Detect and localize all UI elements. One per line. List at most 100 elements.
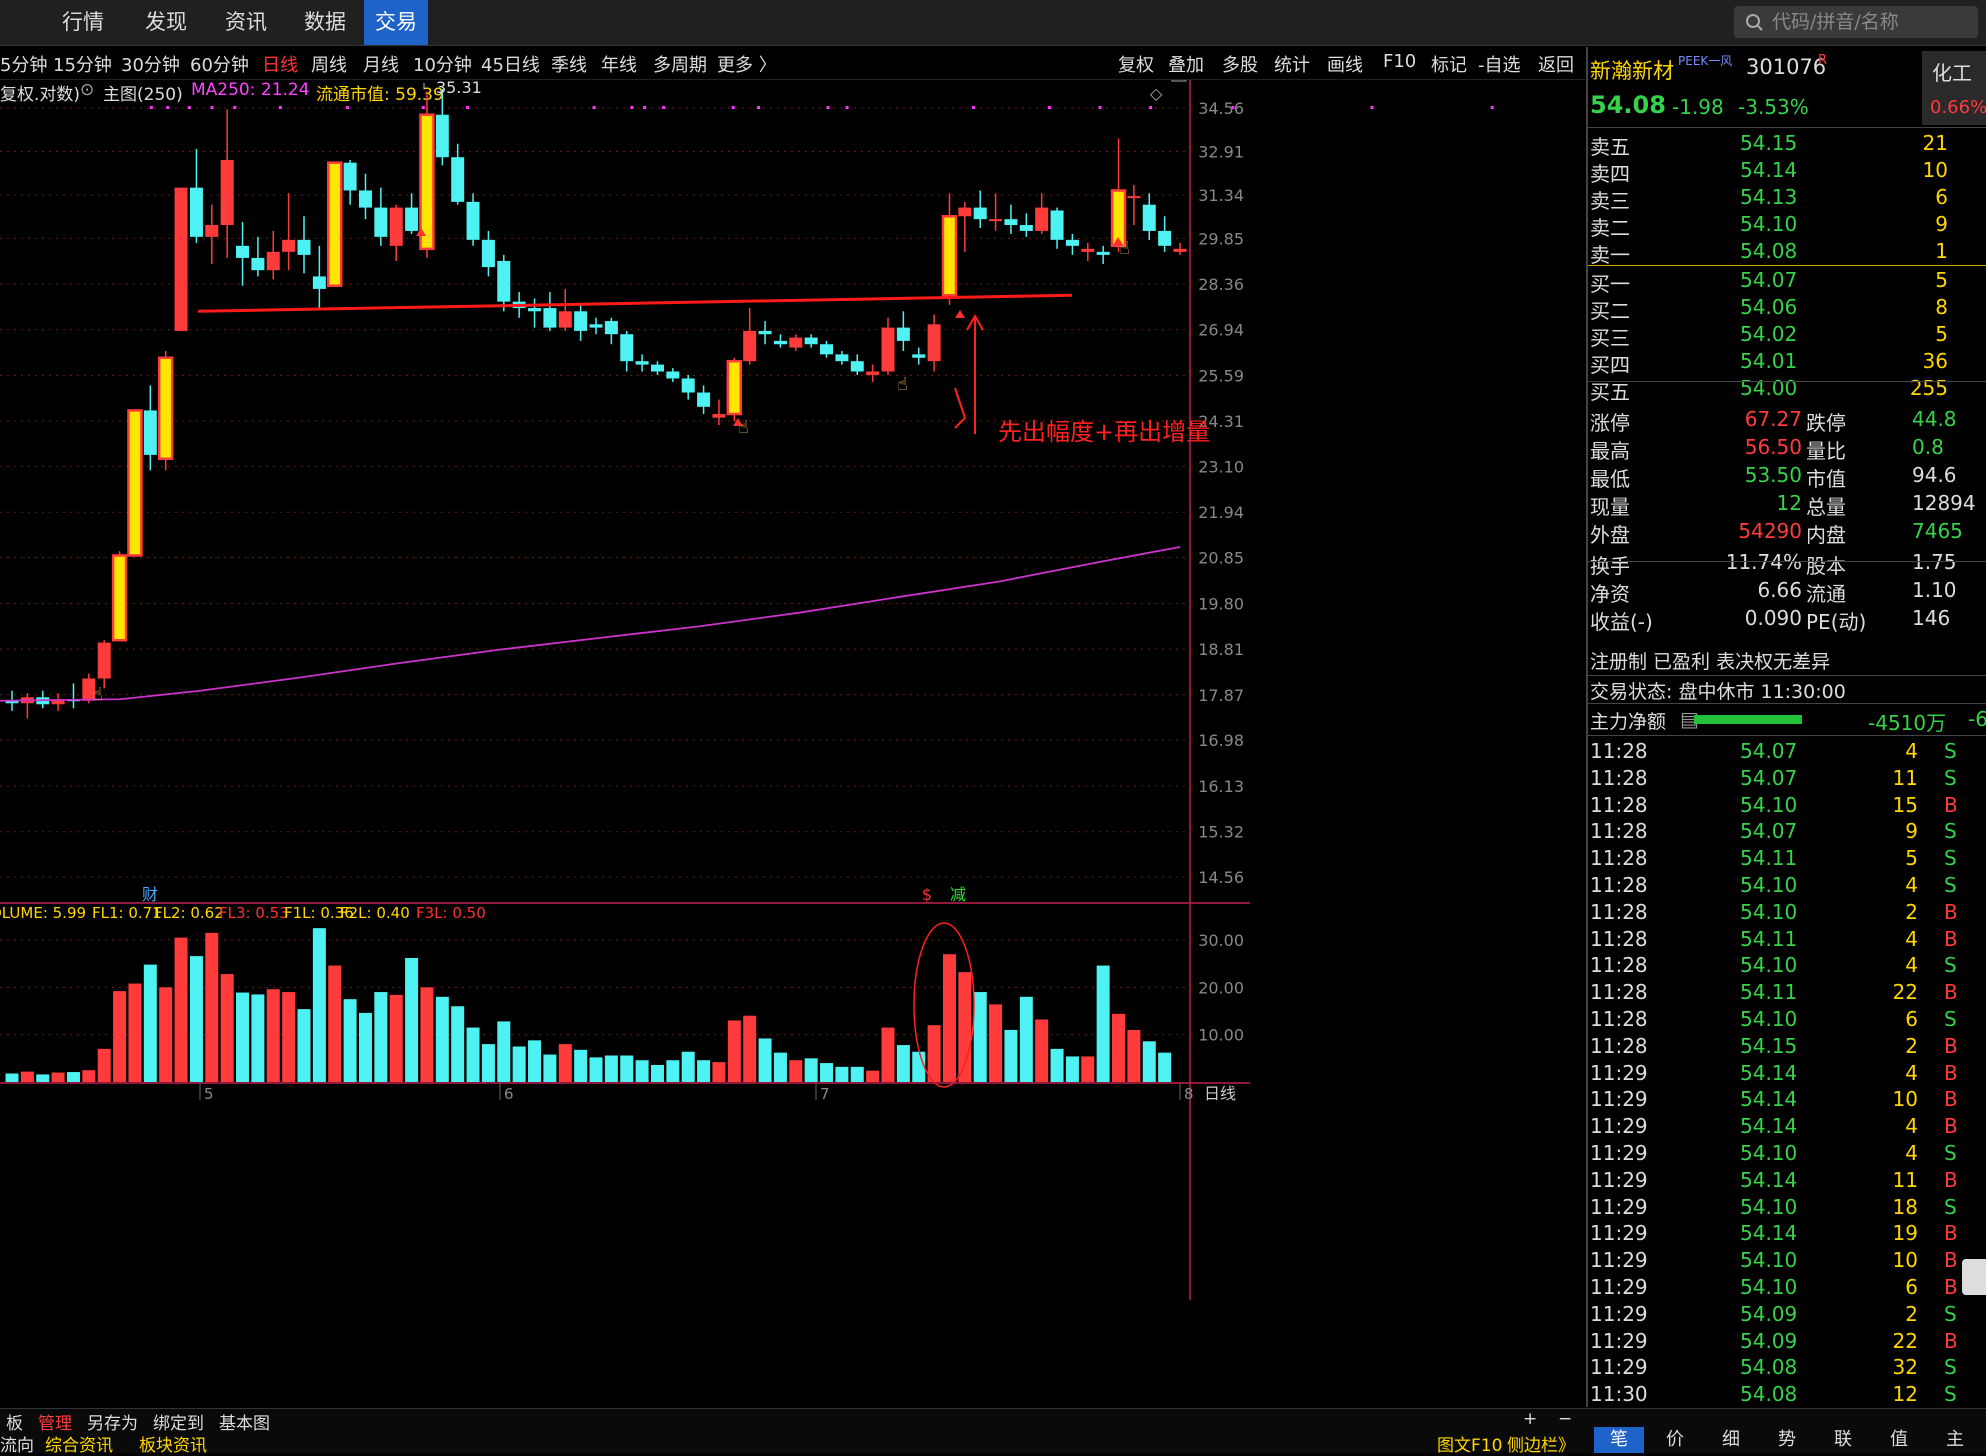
- candle[interactable]: [896, 311, 910, 351]
- volume-bar[interactable]: [589, 1057, 603, 1082]
- order-price[interactable]: 54.06: [1740, 295, 1797, 319]
- nav-tab-news[interactable]: 资讯: [206, 0, 286, 45]
- volume-bar[interactable]: [251, 994, 265, 1082]
- tab-sector-news[interactable]: 板块资讯: [139, 1431, 207, 1456]
- candle[interactable]: [451, 143, 465, 205]
- event-marker[interactable]: $: [922, 885, 932, 904]
- volume-bar[interactable]: [635, 1060, 649, 1082]
- tool-adjust[interactable]: 复权: [1118, 51, 1154, 77]
- volume-bar[interactable]: [343, 999, 357, 1082]
- candle[interactable]: [205, 204, 219, 265]
- candle[interactable]: [111, 551, 128, 642]
- candle[interactable]: [1019, 213, 1033, 237]
- volume-bar[interactable]: [497, 1021, 511, 1082]
- volume-bar[interactable]: [835, 1066, 849, 1082]
- tool-multi-stock[interactable]: 多股: [1222, 51, 1258, 77]
- candle[interactable]: [497, 254, 511, 312]
- volume-bar[interactable]: [743, 1015, 757, 1082]
- volume-bar[interactable]: [236, 992, 250, 1082]
- industry-box[interactable]: 化工 0.66%: [1922, 51, 1986, 125]
- volume-bar[interactable]: [97, 1048, 111, 1082]
- candle[interactable]: [666, 368, 680, 382]
- right-tab[interactable]: 值: [1874, 1427, 1924, 1453]
- candle[interactable]: [973, 190, 987, 228]
- candle[interactable]: [850, 354, 864, 375]
- candle[interactable]: [927, 314, 941, 372]
- volume-bar[interactable]: [266, 989, 280, 1082]
- volume-bar[interactable]: [82, 1070, 96, 1082]
- kline-chart[interactable]: 34.5632.9131.3429.8528.3626.9425.5924.31…: [0, 80, 1585, 1406]
- candle[interactable]: [528, 298, 542, 328]
- candle[interactable]: [236, 222, 250, 286]
- right-tab[interactable]: 细: [1706, 1427, 1756, 1453]
- candle[interactable]: [1173, 242, 1187, 255]
- event-marker[interactable]: 减: [950, 885, 966, 904]
- candle[interactable]: [481, 230, 495, 277]
- candle[interactable]: [789, 334, 803, 351]
- volume-bar[interactable]: [358, 1012, 372, 1082]
- period-more[interactable]: 更多 〉: [717, 51, 777, 77]
- period-monthly[interactable]: 月线: [363, 51, 399, 77]
- panel-toggle-icon[interactable]: [1171, 80, 1187, 82]
- period-multi[interactable]: 多周期: [653, 51, 707, 77]
- volume-bar[interactable]: [850, 1066, 864, 1082]
- candle[interactable]: [405, 193, 419, 234]
- volume-bar[interactable]: [1019, 996, 1033, 1082]
- volume-bar[interactable]: [159, 987, 173, 1082]
- nav-tab-data[interactable]: 数据: [286, 0, 364, 45]
- volume-bar[interactable]: [143, 964, 157, 1082]
- candle[interactable]: [835, 350, 849, 365]
- volume-bar[interactable]: [389, 994, 403, 1082]
- candle[interactable]: [189, 149, 203, 243]
- volume-bar[interactable]: [1050, 1048, 1064, 1082]
- period-45day[interactable]: 45日线: [481, 51, 540, 77]
- candle[interactable]: [726, 357, 743, 422]
- volume-bar[interactable]: [1004, 1029, 1018, 1082]
- candle[interactable]: [558, 288, 572, 331]
- nav-tab-trade[interactable]: 交易: [364, 0, 428, 45]
- volume-bar[interactable]: [128, 983, 142, 1082]
- period-5min[interactable]: 5分钟: [0, 51, 47, 77]
- candle[interactable]: [941, 193, 958, 305]
- period-10min[interactable]: 10分钟: [413, 51, 472, 77]
- period-quarter[interactable]: 季线: [551, 51, 587, 77]
- volume-bar[interactable]: [36, 1074, 50, 1082]
- candle[interactable]: [358, 173, 372, 220]
- candle[interactable]: [574, 304, 588, 341]
- candle[interactable]: [251, 236, 265, 277]
- volume-bar[interactable]: [466, 1027, 480, 1082]
- candle[interactable]: [127, 409, 143, 557]
- volume-bar[interactable]: [1127, 1029, 1141, 1082]
- candle[interactable]: [773, 334, 787, 348]
- zoom-in-button[interactable]: +: [1523, 1409, 1537, 1429]
- tool-f10[interactable]: F10: [1383, 51, 1416, 72]
- candle[interactable]: [312, 245, 326, 309]
- volume-bar[interactable]: [282, 992, 296, 1082]
- order-price[interactable]: 54.08: [1740, 239, 1797, 263]
- right-tab[interactable]: 主: [1930, 1427, 1980, 1453]
- candle[interactable]: [1004, 204, 1018, 234]
- candle[interactable]: [958, 201, 972, 252]
- volume-bar[interactable]: [681, 1051, 695, 1082]
- tab-flow[interactable]: 流向: [0, 1431, 34, 1456]
- candle[interactable]: [20, 693, 34, 719]
- candle[interactable]: [758, 321, 772, 345]
- volume-bar[interactable]: [66, 1072, 80, 1082]
- candle[interactable]: [435, 89, 449, 166]
- candle[interactable]: [157, 350, 174, 471]
- tab-composite-news[interactable]: 综合资讯: [45, 1431, 113, 1456]
- tool-stats[interactable]: 统计: [1274, 51, 1310, 77]
- period-weekly[interactable]: 周线: [311, 51, 347, 77]
- candle[interactable]: [635, 354, 649, 372]
- candle[interactable]: [1158, 216, 1172, 252]
- btn-sidebar[interactable]: 侧边栏》: [1507, 1431, 1575, 1456]
- btn-basic-chart[interactable]: 基本图: [219, 1409, 270, 1434]
- candle[interactable]: [66, 683, 80, 709]
- volume-bar[interactable]: [405, 957, 419, 1082]
- candle[interactable]: [1127, 184, 1141, 226]
- right-tab[interactable]: 势: [1762, 1427, 1812, 1453]
- volume-bar[interactable]: [727, 1020, 741, 1082]
- annotation-text[interactable]: 先出幅度+再出增量: [998, 418, 1210, 446]
- volume-bar[interactable]: [558, 1044, 572, 1082]
- volume-bar[interactable]: [113, 991, 127, 1082]
